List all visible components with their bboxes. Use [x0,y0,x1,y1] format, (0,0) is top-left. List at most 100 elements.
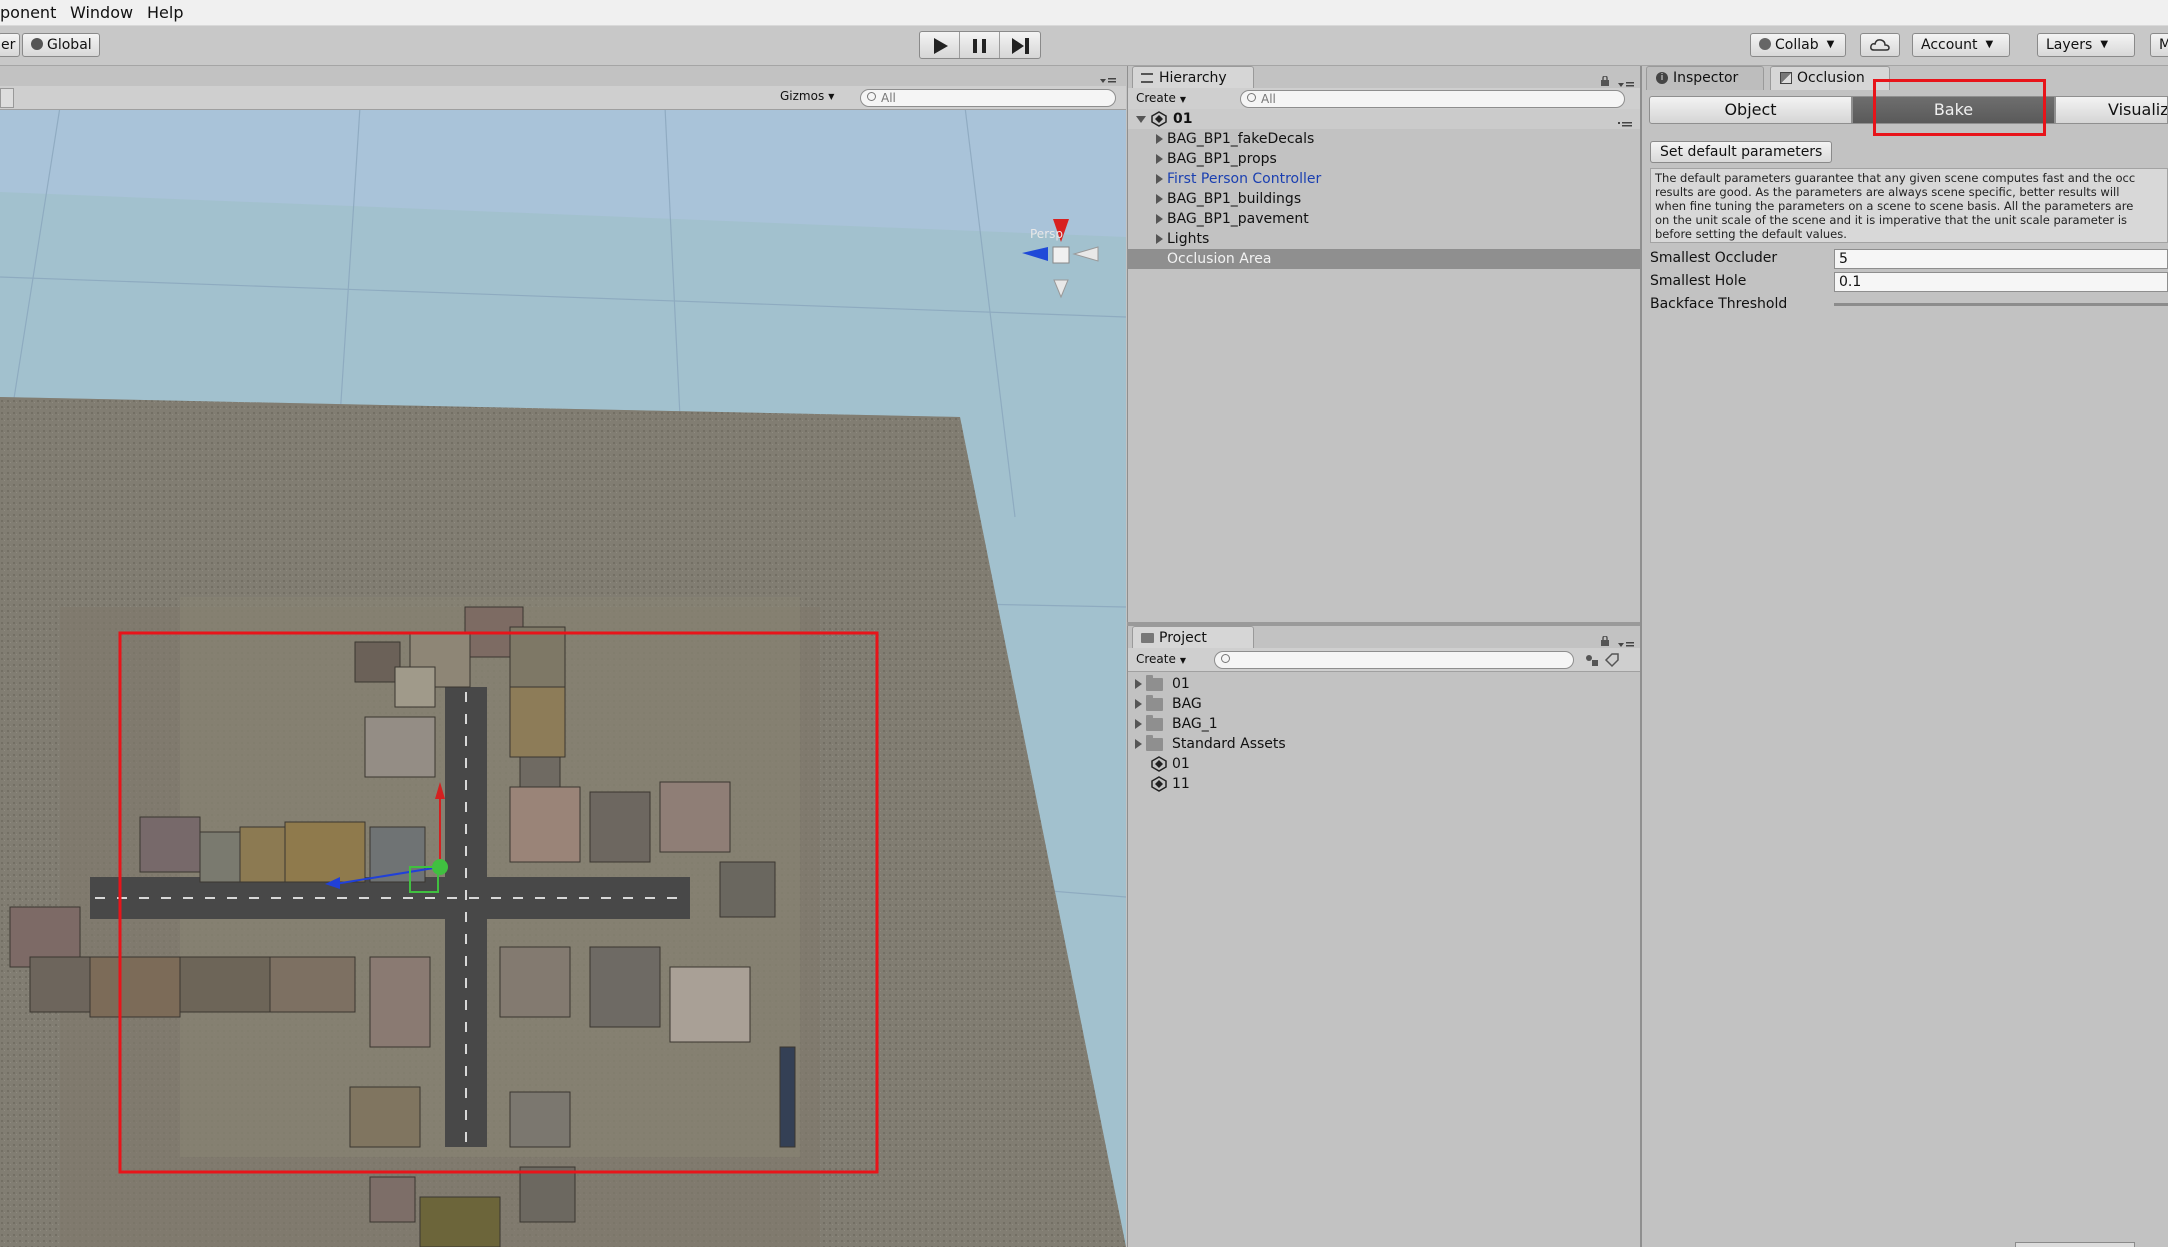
expand-arrow-icon[interactable] [1135,679,1142,689]
set-default-parameters-button[interactable]: Set default parameters [1650,141,1833,163]
gizmos-label: Gizmos [780,89,825,103]
expand-arrow-icon[interactable] [1156,214,1163,224]
project-item[interactable]: 01 [1128,674,1640,694]
pause-button[interactable] [960,32,1000,58]
hierarchy-item[interactable]: BAG_BP1_pavement [1128,209,1640,229]
unity-scene-icon [1151,776,1167,792]
occlusion-panel: i Inspector Occlusion [1640,66,2168,1247]
expand-arrow-icon[interactable] [1135,719,1142,729]
menu-window[interactable]: Window [70,3,133,22]
project-item[interactable]: 11 [1128,774,1640,794]
smallest-occluder-label: Smallest Occluder [1650,250,1778,266]
bake-footer-button[interactable] [2015,1242,2135,1247]
bake-highlight-box [1873,79,2046,136]
project-create-button[interactable]: Create ▼ [1136,652,1186,666]
gizmos-button[interactable]: Gizmos ▼ [780,89,834,103]
cloud-icon [1870,39,1890,51]
help-text-line: before setting the default values. [1655,227,1847,241]
shapes-icon [1586,655,1598,666]
smallest-hole-field[interactable]: 0.1 [1834,272,2168,292]
backface-threshold-slider[interactable] [1834,303,2168,306]
scene-dropdown[interactable] [0,88,14,108]
account-label: Account [1921,37,1978,53]
expand-arrow-icon[interactable] [1135,739,1142,749]
hierarchy-scene-root[interactable]: 01 [1128,109,1640,129]
hierarchy-panel: Hierarchy Create ▼ All 01 BAG_BP1_fakeDec… [1127,66,1641,622]
chevron-down-icon: ▼ [1826,39,1835,50]
pivot-button[interactable]: er [0,33,20,57]
project-item[interactable]: Standard Assets [1128,734,1640,754]
expand-arrow-icon[interactable] [1156,174,1163,184]
expand-arrow-icon[interactable] [1156,134,1163,144]
hierarchy-item-selected[interactable]: Occlusion Area [1128,249,1640,269]
step-button[interactable] [1000,32,1040,58]
hierarchy-item[interactable]: Lights [1128,229,1640,249]
folder-icon [1141,633,1154,643]
object-tab-button[interactable]: Object [1649,96,1852,124]
collab-button[interactable]: Collab ▼ [1750,33,1846,57]
filter-by-label-button[interactable] [1603,651,1621,669]
hierarchy-tab-label: Hierarchy [1159,70,1227,86]
expand-arrow-icon[interactable] [1156,234,1163,244]
help-text-line: The default parameters guarantee that an… [1655,171,2136,185]
list-icon [1141,73,1153,83]
visualization-tab-button[interactable]: Visualiza [2055,96,2168,124]
expand-arrow-icon[interactable] [1156,154,1163,164]
hierarchy-item[interactable]: First Person Controller [1128,169,1640,189]
unity-scene-icon [1151,111,1167,127]
layout-label: M [2159,37,2168,53]
help-box: The default parameters guarantee that an… [1650,168,2168,243]
global-label: Global [47,37,92,53]
hierarchy-toolbar: Create ▼ All [1128,88,1641,110]
tab-inspector[interactable]: i Inspector [1646,66,1764,90]
menu-component[interactable]: ponent [0,3,56,22]
project-item-label: 01 [1172,676,1190,692]
chevron-down-icon: ▼ [1179,656,1187,665]
hierarchy-item-label: BAG_BP1_buildings [1167,191,1302,207]
inspector-tab-label: Inspector [1673,70,1739,86]
scene-search-placeholder: All [881,91,896,105]
hierarchy-item[interactable]: BAG_BP1_props [1128,149,1640,169]
hierarchy-search-input[interactable]: All [1240,90,1625,108]
filter-by-type-button[interactable] [1583,651,1601,669]
panel-menu-icon[interactable] [1100,72,1116,83]
check-icon [1759,38,1771,50]
hierarchy-item[interactable]: BAG_BP1_fakeDecals [1128,129,1640,149]
global-button[interactable]: Global [22,33,100,57]
expand-arrow-icon[interactable] [1136,116,1146,123]
hierarchy-item[interactable]: BAG_BP1_buildings [1128,189,1640,209]
tab-project[interactable]: Project [1132,626,1254,650]
tab-occlusion[interactable]: Occlusion [1770,66,1890,90]
persp-label[interactable]: Persp [1030,227,1063,241]
chevron-down-icon: ▼ [828,92,835,101]
chevron-down-icon: ▼ [1985,39,1994,50]
tab-hierarchy[interactable]: Hierarchy [1132,66,1254,90]
project-item-label: BAG_1 [1172,716,1218,732]
cloud-button[interactable] [1860,33,1900,57]
project-tab-label: Project [1159,630,1207,646]
account-button[interactable]: Account ▼ [1912,33,2010,57]
expand-arrow-icon[interactable] [1156,194,1163,204]
scene-view[interactable]: Persp [0,87,1126,1247]
expand-arrow-icon[interactable] [1135,699,1142,709]
layers-button[interactable]: Layers ▼ [2037,33,2135,57]
menu-help[interactable]: Help [147,3,183,22]
layout-button[interactable]: M [2150,33,2168,57]
smallest-occluder-field[interactable]: 5 [1834,249,2168,269]
project-toolbar: Create ▼ [1128,648,1641,672]
folder-icon [1146,715,1163,731]
play-button[interactable] [920,32,960,58]
unity-scene-icon [1151,756,1167,772]
project-item[interactable]: 01 [1128,754,1640,774]
project-item[interactable]: BAG [1128,694,1640,714]
pause-icon [973,39,986,53]
project-search-input[interactable] [1214,651,1574,669]
search-icon [867,92,876,101]
hierarchy-create-button[interactable]: Create ▼ [1136,91,1186,105]
scene-search-input[interactable]: All [860,89,1116,107]
backface-threshold-label: Backface Threshold [1650,296,1788,312]
info-icon: i [1656,72,1668,84]
folder-icon [1146,695,1163,711]
project-item[interactable]: BAG_1 [1128,714,1640,734]
project-item-label: Standard Assets [1172,736,1286,752]
